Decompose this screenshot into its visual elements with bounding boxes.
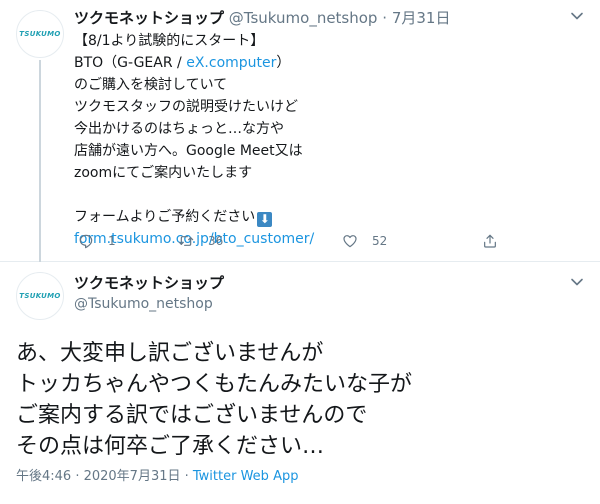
retweet-button[interactable]: 36 xyxy=(178,230,223,252)
user-handle[interactable]: @Tsukumo_netshop xyxy=(74,294,213,314)
tweet-date[interactable]: 7月31日 xyxy=(392,9,451,27)
tweet-source-link[interactable]: Twitter Web App xyxy=(193,469,299,484)
reply-button[interactable]: 1 xyxy=(78,230,116,252)
tweet-text-fragment: BTO（G-GEAR / xyxy=(74,55,187,71)
tsukumo-logo: TSUKUMO xyxy=(19,30,61,38)
thread-line xyxy=(39,60,41,262)
separator-dot: · xyxy=(382,9,388,27)
tweet-line: BTO（G-GEAR / eX.computer） xyxy=(74,52,574,74)
display-name[interactable]: ツクモネットショップ xyxy=(74,9,224,27)
retweet-count: 36 xyxy=(208,234,224,248)
reply-icon xyxy=(79,234,93,249)
tweet-line: フォームよりご予約ください ⬇ xyxy=(74,206,574,228)
tweet-line: ご案内する訳ではございませんので xyxy=(16,403,368,428)
tweet-actions: 1 36 52 xyxy=(74,230,534,252)
tweet-timestamp[interactable]: 午後4:46 · 2020年7月31日 · xyxy=(16,469,193,484)
tweet-line: 【8/1より試験的にスタート】 xyxy=(74,33,265,49)
chevron-down-icon[interactable] xyxy=(570,275,584,293)
share-icon xyxy=(484,234,496,248)
down-arrow-emoji-icon: ⬇ xyxy=(257,212,273,227)
tweet-header: ツクモネットショップ @Tsukumo_netshop · 7月31日 xyxy=(74,8,450,28)
avatar[interactable]: TSUKUMO xyxy=(16,10,64,58)
tweet-line: あ、大変申し訳ございませんが xyxy=(16,341,324,366)
tweet-meta: 午後4:46 · 2020年7月31日 · Twitter Web App xyxy=(16,468,298,486)
tweet-text-fragment: ） xyxy=(276,55,291,71)
tweet-line: ツクモスタッフの説明受けたいけど xyxy=(74,99,298,115)
display-name[interactable]: ツクモネットショップ xyxy=(74,273,224,293)
chevron-down-icon[interactable] xyxy=(570,9,584,27)
retweet-icon xyxy=(178,236,194,246)
tsukumo-logo: TSUKUMO xyxy=(19,292,61,300)
tweet-1[interactable]: TSUKUMO ツクモネットショップ @Tsukumo_netshop · 7月… xyxy=(0,0,600,262)
tweet-text: あ、大変申し訳ございませんが トッカちゃんやつくもたんみたいな子が ご案内する訳… xyxy=(16,338,586,462)
user-handle[interactable]: @Tsukumo_netshop xyxy=(229,9,378,27)
mention-link[interactable]: eX.computer xyxy=(186,55,276,71)
tweet-line: その点は何卒ご了承ください… xyxy=(16,434,325,459)
heart-icon xyxy=(343,235,357,248)
tweet-line: 店舗が遠い方へ。Google Meet又は xyxy=(74,143,303,159)
reply-count: 1 xyxy=(108,234,116,248)
share-button[interactable] xyxy=(482,230,498,252)
avatar[interactable]: TSUKUMO xyxy=(16,272,64,320)
tweet-line: のご購入を検討していて xyxy=(74,77,228,93)
tweet-text: 【8/1より試験的にスタート】 BTO（G-GEAR / eX.computer… xyxy=(74,30,574,250)
tweet-line: zoomにてご案内いたします xyxy=(74,165,253,181)
like-count: 52 xyxy=(372,234,388,248)
like-button[interactable]: 52 xyxy=(342,230,387,252)
tweet-line: 今出かけるのはちょっと…な方や xyxy=(74,121,284,137)
tweet-line: トッカちゃんやつくもたんみたいな子が xyxy=(16,372,413,397)
tweet-2[interactable]: TSUKUMO ツクモネットショップ @Tsukumo_netshop あ、大変… xyxy=(0,263,600,504)
tweet-text-fragment: フォームよりご予約ください xyxy=(74,209,256,225)
